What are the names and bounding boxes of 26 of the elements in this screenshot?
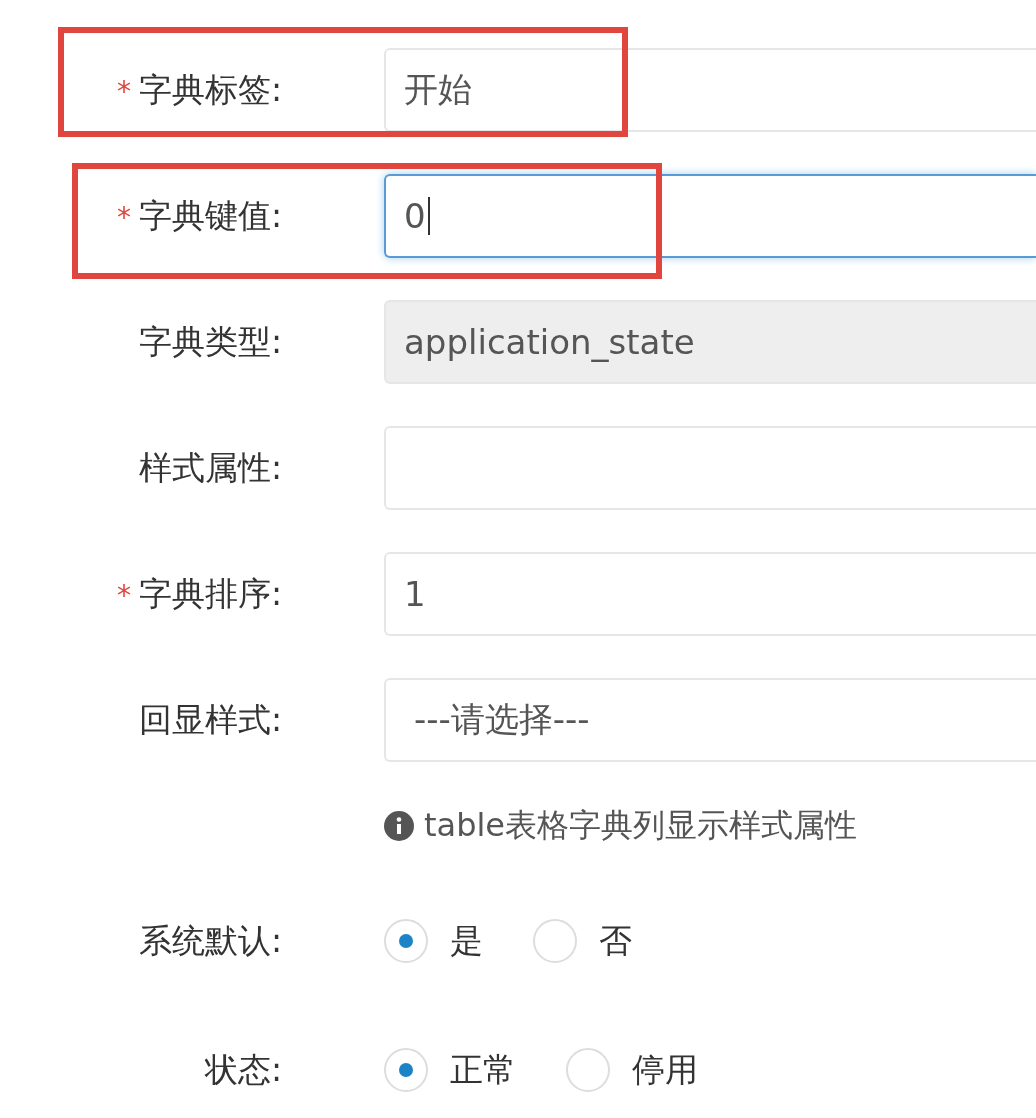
field-label: 字典键值: (138, 195, 282, 235)
input-field[interactable]: 1 (384, 552, 1036, 636)
input-field[interactable] (384, 426, 1036, 510)
required-asterisk: * (116, 578, 131, 612)
radio-label[interactable]: 正常 (450, 1047, 516, 1093)
radio-label[interactable]: 停用 (632, 1047, 698, 1093)
select-field[interactable]: ---请选择--- (384, 678, 1036, 762)
radio-button[interactable] (533, 919, 577, 963)
radio-button[interactable] (384, 1048, 428, 1092)
field-label: 状态: (204, 1049, 282, 1089)
info-icon (384, 811, 414, 841)
field-label: 系统默认: (138, 920, 282, 960)
field-label: 样式属性: (138, 447, 282, 487)
radio-label[interactable]: 否 (599, 918, 632, 964)
field-label: 字典类型: (138, 321, 282, 361)
radio-label[interactable]: 是 (450, 918, 483, 964)
input-field[interactable]: 0 (384, 174, 1036, 258)
required-asterisk: * (116, 74, 131, 108)
radio-button[interactable] (384, 919, 428, 963)
input-field[interactable]: 开始 (384, 48, 1036, 132)
radio-button[interactable] (566, 1048, 610, 1092)
field-label: 字典排序: (138, 573, 282, 613)
field-label: 字典标签: (138, 69, 282, 109)
required-asterisk: * (116, 200, 131, 234)
field-label: 回显样式: (138, 699, 282, 739)
hint-text: table表格字典列显示样式属性 (424, 805, 858, 846)
